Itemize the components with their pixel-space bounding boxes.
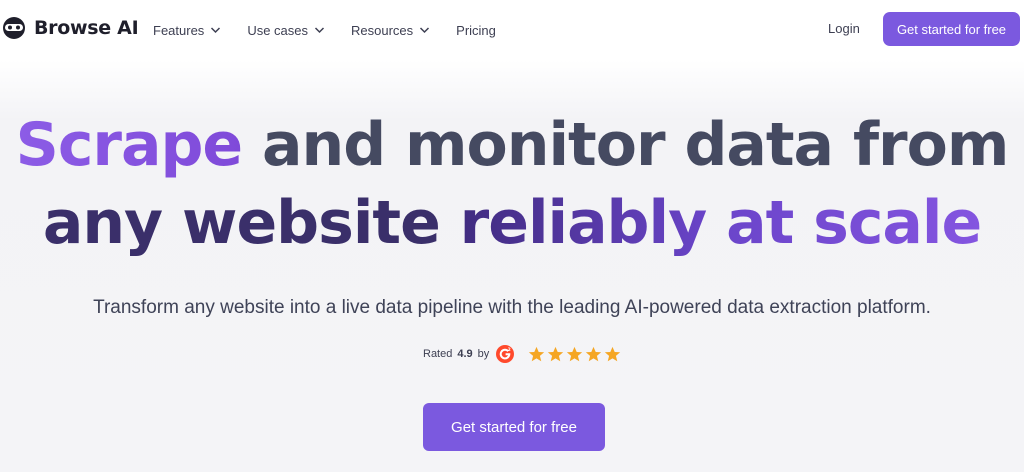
chevron-down-icon: [211, 27, 221, 34]
headline-highlight: Scrape: [15, 110, 243, 180]
brand-name: Browse AI: [34, 17, 139, 39]
menu-features[interactable]: Features: [153, 23, 221, 38]
brand-logo[interactable]: Browse AI: [2, 16, 139, 40]
headline-highlight: reliably at scale: [439, 188, 983, 258]
menu-label: Pricing: [456, 22, 496, 38]
menu-pricing[interactable]: Pricing: [456, 23, 496, 38]
top-navigation: Browse AI Features Use cases Resources P…: [0, 0, 1024, 60]
menu-use-cases[interactable]: Use cases: [247, 23, 325, 38]
robot-icon: [3, 17, 25, 39]
star-icon: [548, 346, 564, 361]
login-link[interactable]: Login: [828, 21, 860, 36]
hero-headline-line-1: Scrape and monitor data from: [0, 115, 1024, 175]
hero-subtitle: Transform any website into a live data p…: [93, 297, 931, 318]
rating-score: 4.9: [457, 348, 473, 360]
chevron-down-icon: [314, 27, 325, 34]
star-icon: [567, 346, 583, 361]
headline-text: any website: [42, 188, 441, 258]
menu-resources[interactable]: Resources: [351, 23, 430, 38]
star-icon: [605, 346, 621, 361]
rating-stars: [528, 346, 621, 363]
rating-prefix: Rated: [423, 348, 453, 360]
svg-text:2: 2: [508, 347, 511, 353]
menu-label: Resources: [351, 22, 414, 38]
headline-text: and monitor data from: [242, 110, 1009, 180]
star-icon: [586, 346, 602, 361]
main-menu: Features Use cases Resources Pricing: [153, 0, 522, 60]
chevron-down-icon: [420, 27, 430, 34]
rating-suffix: by: [477, 348, 490, 360]
g2-rating: Rated 4.9 by 2: [423, 344, 621, 364]
star-icon: [529, 346, 545, 361]
get-started-nav-button[interactable]: Get started for free: [883, 12, 1020, 46]
menu-label: Use cases: [247, 22, 309, 38]
g2-logo-icon: 2: [496, 345, 515, 363]
get-started-hero-button[interactable]: Get started for free: [423, 403, 605, 451]
menu-label: Features: [153, 22, 205, 38]
hero-headline-line-2: any website reliably at scale: [0, 193, 1024, 253]
